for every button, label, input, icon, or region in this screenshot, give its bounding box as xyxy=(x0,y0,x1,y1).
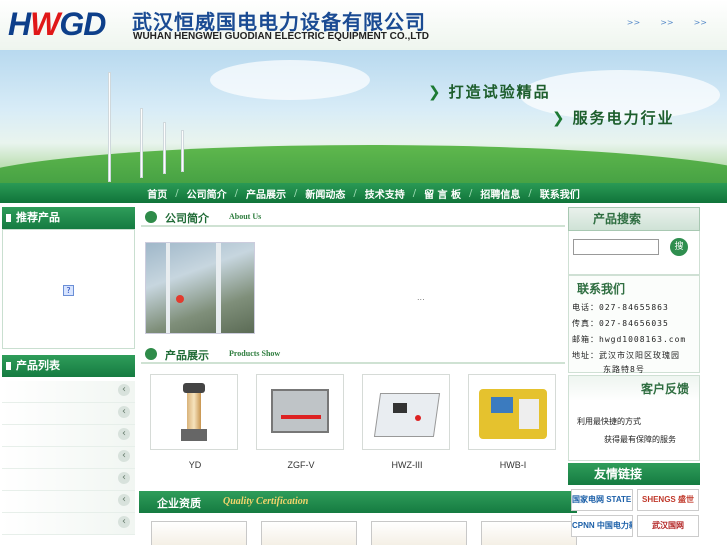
product-name: HWB-I xyxy=(499,460,527,470)
product-name: HWZ-III xyxy=(391,460,423,470)
header-links: >> >> >> xyxy=(627,18,707,27)
main-column: 公司简介 About Us ... 产品展示 Products Show YD xyxy=(139,207,577,545)
about-header: 公司简介 About Us xyxy=(141,207,565,227)
product-card[interactable]: HWB-I xyxy=(468,374,558,470)
product-image[interactable] xyxy=(150,374,238,450)
cloud xyxy=(210,60,370,100)
product-name: ZGF-V xyxy=(287,460,315,470)
products-title-en: Products Show xyxy=(229,349,281,358)
link-cpnn[interactable]: CPNN 中国电力新闻网 xyxy=(571,515,633,537)
nav-guestbook[interactable]: 留 言 板 xyxy=(418,186,467,201)
link-whgw[interactable]: 武汉国网 xyxy=(637,515,699,537)
bullet-icon xyxy=(145,211,157,223)
company-name-en: WUHAN HENGWEI GUODIAN ELECTRIC EQUIPMENT… xyxy=(133,31,429,42)
contact-fax: 传真：027-84656035 xyxy=(572,319,669,328)
broken-image-icon: ? xyxy=(63,285,74,296)
product-image[interactable] xyxy=(468,374,556,450)
certificates xyxy=(151,521,577,545)
header-link-3[interactable]: >> xyxy=(694,18,707,27)
quality-title: 企业资质 xyxy=(157,497,201,510)
certificate-image[interactable] xyxy=(371,521,467,545)
feedback-box[interactable]: 客户反馈 利用最快捷的方式 获得最有保障的服务 xyxy=(568,375,700,461)
banner: ❯ 打造试验精品 ❯ 服务电力行业 xyxy=(0,50,727,183)
contact-address: 地址：武汉市汉阳区玫瑰园 xyxy=(572,351,680,360)
link-shengs[interactable]: SHENGS 盛世 xyxy=(637,489,699,511)
nav-products[interactable]: 产品展示 xyxy=(240,186,292,201)
product-list-title: 产品列表 xyxy=(2,355,135,377)
feedback-line-1: 利用最快捷的方式 xyxy=(577,417,641,426)
left-column: 推荐产品 产品列表 xyxy=(2,207,135,535)
right-column: 产品搜索 搜 联系我们 电话：027-84655863 传真：027-84656… xyxy=(568,207,700,541)
product-card[interactable]: ZGF-V xyxy=(256,374,346,470)
product-image[interactable] xyxy=(362,374,450,450)
links-title: 友情链接 xyxy=(568,463,700,485)
list-item[interactable] xyxy=(2,491,135,513)
wind-turbine xyxy=(181,130,184,172)
header-link-2[interactable]: >> xyxy=(660,18,673,27)
about-title-en: About Us xyxy=(229,212,262,221)
nav-about[interactable]: 公司简介 xyxy=(181,186,233,201)
certificate-image[interactable] xyxy=(151,521,247,545)
pole xyxy=(166,243,170,333)
contact-email[interactable]: 邮箱：hwgd1008163.com xyxy=(572,334,686,345)
list-item[interactable] xyxy=(2,447,135,469)
list-item[interactable] xyxy=(2,381,135,403)
contact-phone: 电话：027-84655863 xyxy=(572,303,669,312)
list-item[interactable] xyxy=(2,425,135,447)
slogan-1: ❯ 打造试验精品 xyxy=(428,83,551,101)
nav-news[interactable]: 新闻动态 xyxy=(299,186,351,201)
search-input[interactable] xyxy=(573,239,659,255)
main-nav: 首页 / 公司简介 / 产品展示 / 新闻动态 / 技术支持 / 留 言 板 / 招聘信息 /… xyxy=(0,183,727,203)
search-button[interactable]: 搜 xyxy=(670,238,688,256)
list-item[interactable] xyxy=(2,513,135,535)
product-list xyxy=(2,381,135,535)
substation-photo[interactable] xyxy=(145,242,255,334)
header-link-1[interactable]: >> xyxy=(627,18,640,27)
logo[interactable]: HWGD xyxy=(8,6,106,43)
list-item[interactable] xyxy=(2,403,135,425)
wind-turbine xyxy=(140,108,143,178)
product-card[interactable]: HWZ-III xyxy=(362,374,452,470)
list-item[interactable] xyxy=(2,469,135,491)
nav-home[interactable]: 首页 xyxy=(141,186,173,201)
nav-jobs[interactable]: 招聘信息 xyxy=(474,186,526,201)
feedback-title: 客户反馈 xyxy=(640,382,689,396)
friend-links: 国家电网 STATE GRID SHENGS 盛世 CPNN 中国电力新闻网 武… xyxy=(568,485,700,541)
more-link[interactable]: ... xyxy=(417,293,425,302)
search-box: 搜 xyxy=(568,231,700,275)
feedback-line-2: 获得最有保障的服务 xyxy=(604,435,676,444)
product-gallery: YD ZGF-V HWZ-III HWB-I xyxy=(150,374,558,470)
link-state-grid[interactable]: 国家电网 STATE GRID xyxy=(571,489,633,511)
worker-helmet xyxy=(176,295,184,303)
certificate-image[interactable] xyxy=(261,521,357,545)
certificate-image[interactable] xyxy=(481,521,577,545)
quality-header: 企业资质 Quality Certification xyxy=(139,491,577,513)
search-title: 产品搜索 xyxy=(568,207,700,231)
products-header: 产品展示 Products Show xyxy=(141,344,565,364)
contact-address-2: 东路特8号 xyxy=(603,365,645,374)
product-card[interactable]: YD xyxy=(150,374,240,470)
header: HWGD 武汉恒威国电电力设备有限公司 WUHAN HENGWEI GUODIA… xyxy=(0,0,727,50)
products-title: 产品展示 xyxy=(165,349,209,362)
nav-contact[interactable]: 联系我们 xyxy=(534,186,586,201)
contact-title: 联系我们 xyxy=(577,282,626,296)
about-title: 公司简介 xyxy=(165,212,209,225)
product-image[interactable] xyxy=(256,374,344,450)
slogan-2: ❯ 服务电力行业 xyxy=(552,109,675,127)
product-name: YD xyxy=(188,460,202,470)
wind-turbine xyxy=(163,122,166,174)
wind-turbine xyxy=(108,72,111,182)
nav-support[interactable]: 技术支持 xyxy=(359,186,411,201)
bullet-icon xyxy=(145,348,157,360)
quality-title-en: Quality Certification xyxy=(223,496,309,507)
pole xyxy=(216,243,221,333)
recommend-title: 推荐产品 xyxy=(2,207,135,229)
contact-box: 联系我们 电话：027-84655863 传真：027-84656035 邮箱：… xyxy=(568,275,700,374)
